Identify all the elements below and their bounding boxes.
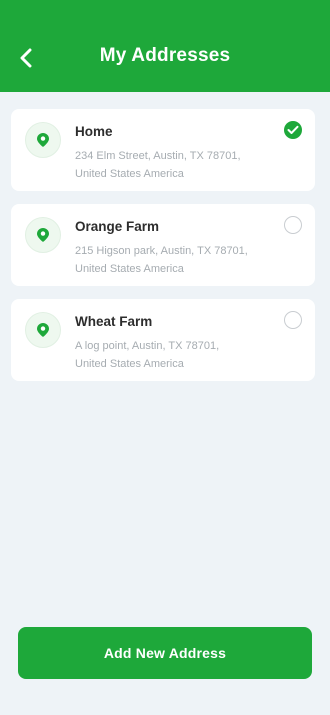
location-pin-icon <box>37 133 49 147</box>
add-new-address-button[interactable]: Add New Address <box>18 627 312 679</box>
address-name: Wheat Farm <box>75 314 153 329</box>
address-list: Home 234 Elm Street, Austin, TX 78701, U… <box>11 109 315 394</box>
address-line-1: 234 Elm Street, Austin, TX 78701, <box>75 150 241 162</box>
app-header: My Addresses <box>0 0 330 92</box>
address-select-radio[interactable] <box>284 121 302 139</box>
address-select-radio[interactable] <box>284 216 302 234</box>
address-line-1: A log point, Austin, TX 78701, <box>75 340 220 352</box>
address-line-1: 215 Higson park, Austin, TX 78701, <box>75 245 248 257</box>
page-title: My Addresses <box>99 45 231 66</box>
address-card-orange-farm[interactable]: Orange Farm 215 Higson park, Austin, TX … <box>11 204 315 286</box>
address-select-radio[interactable] <box>284 311 302 329</box>
location-pin-icon <box>37 323 49 337</box>
address-card-wheat-farm[interactable]: Wheat Farm A log point, Austin, TX 78701… <box>11 299 315 381</box>
address-icon-badge <box>25 217 61 253</box>
address-card-home[interactable]: Home 234 Elm Street, Austin, TX 78701, U… <box>11 109 315 191</box>
address-name: Orange Farm <box>75 219 160 234</box>
address-line-2: United States America <box>75 168 184 180</box>
address-name: Home <box>75 124 113 139</box>
address-line-2: United States America <box>75 263 184 275</box>
check-icon <box>287 125 299 134</box>
location-pin-icon <box>37 228 49 242</box>
address-line-2: United States America <box>75 358 184 370</box>
address-icon-badge <box>25 122 61 158</box>
address-icon-badge <box>25 312 61 348</box>
